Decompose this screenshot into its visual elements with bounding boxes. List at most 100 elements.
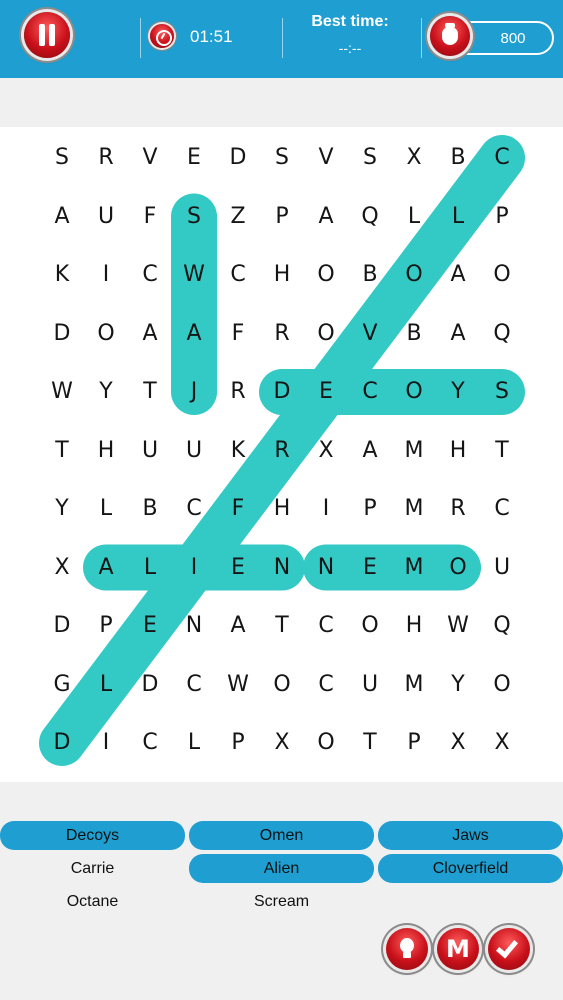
grid-cell[interactable]: A [172,314,216,354]
check-button[interactable] [488,928,530,970]
grid-cell[interactable]: C [216,255,260,295]
grid-cell[interactable]: H [84,431,128,471]
grid-cell[interactable]: V [304,138,348,178]
grid-cell[interactable]: L [84,489,128,529]
grid-cell[interactable]: O [84,314,128,354]
grid-cell[interactable]: M [392,489,436,529]
grid-cell[interactable]: N [260,548,304,588]
grid-cell[interactable]: Y [436,372,480,412]
grid-cell[interactable]: U [84,197,128,237]
grid-cell[interactable]: L [172,723,216,763]
grid-cell[interactable]: R [260,314,304,354]
grid-cell[interactable]: D [40,314,84,354]
grid-cell[interactable]: Q [480,314,524,354]
grid-cell[interactable]: P [348,489,392,529]
grid-cell[interactable]: A [348,431,392,471]
grid-cell[interactable]: S [172,197,216,237]
grid-cell[interactable]: O [348,606,392,646]
grid-cell[interactable]: D [216,138,260,178]
grid-cell[interactable]: X [392,138,436,178]
m-button[interactable]: M [437,928,479,970]
grid-cell[interactable]: Y [40,489,84,529]
grid-cell[interactable]: P [392,723,436,763]
grid-cell[interactable]: O [304,255,348,295]
grid-cell[interactable]: Q [348,197,392,237]
coin-bag-icon[interactable] [430,16,470,56]
grid-cell[interactable]: K [216,431,260,471]
grid-cell[interactable]: C [348,372,392,412]
grid-cell[interactable]: T [40,431,84,471]
grid-cell[interactable]: I [172,548,216,588]
grid-cell[interactable]: T [260,606,304,646]
grid-cell[interactable]: Z [216,197,260,237]
grid-cell[interactable]: R [216,372,260,412]
grid-cell[interactable]: E [216,548,260,588]
grid-cell[interactable]: P [260,197,304,237]
grid-cell[interactable]: D [260,372,304,412]
grid-cell[interactable]: O [480,665,524,705]
grid-cell[interactable]: L [128,548,172,588]
grid-cell[interactable]: F [216,314,260,354]
grid-cell[interactable]: E [304,372,348,412]
grid-cell[interactable]: T [128,372,172,412]
grid-cell[interactable]: I [304,489,348,529]
grid-cell[interactable]: A [216,606,260,646]
grid-cell[interactable]: M [392,548,436,588]
grid-cell[interactable]: R [260,431,304,471]
grid-cell[interactable]: V [348,314,392,354]
grid-cell[interactable]: O [392,255,436,295]
grid-cell[interactable]: Y [84,372,128,412]
grid-cell[interactable]: H [260,255,304,295]
grid-cell[interactable]: A [436,255,480,295]
grid-cell[interactable]: X [304,431,348,471]
grid-cell[interactable]: C [304,665,348,705]
grid-cell[interactable]: W [40,372,84,412]
grid-cell[interactable]: T [348,723,392,763]
grid-cell[interactable]: E [172,138,216,178]
grid-cell[interactable]: U [128,431,172,471]
grid-cell[interactable]: S [480,372,524,412]
hint-button[interactable] [386,928,428,970]
grid-cell[interactable]: O [260,665,304,705]
grid-cell[interactable]: B [128,489,172,529]
grid-cell[interactable]: B [392,314,436,354]
grid-cell[interactable]: T [480,431,524,471]
grid-cell[interactable]: E [348,548,392,588]
grid-cell[interactable]: C [128,723,172,763]
grid-cell[interactable]: S [348,138,392,178]
grid-cell[interactable]: U [480,548,524,588]
grid-cell[interactable]: P [480,197,524,237]
grid-cell[interactable]: A [84,548,128,588]
grid-cell[interactable]: O [480,255,524,295]
grid-cell[interactable]: S [260,138,304,178]
grid-cell[interactable]: E [128,606,172,646]
grid-cell[interactable]: M [392,431,436,471]
grid-cell[interactable]: H [436,431,480,471]
grid-cell[interactable]: D [40,723,84,763]
grid-cell[interactable]: N [172,606,216,646]
grid-cell[interactable]: X [480,723,524,763]
grid-cell[interactable]: L [84,665,128,705]
grid-cell[interactable]: P [84,606,128,646]
grid-cell[interactable]: D [128,665,172,705]
grid-cell[interactable]: O [436,548,480,588]
grid-cell[interactable]: X [260,723,304,763]
grid-cell[interactable]: M [392,665,436,705]
grid-cell[interactable]: R [436,489,480,529]
grid-cell[interactable]: U [348,665,392,705]
grid-cell[interactable]: C [480,489,524,529]
grid-cell[interactable]: O [304,723,348,763]
grid-cell[interactable]: J [172,372,216,412]
pause-button[interactable] [24,12,70,58]
grid-cell[interactable]: S [40,138,84,178]
grid-cell[interactable]: Y [436,665,480,705]
grid-cell[interactable]: H [260,489,304,529]
grid-cell[interactable]: C [172,665,216,705]
grid-cell[interactable]: B [436,138,480,178]
grid-cell[interactable]: C [304,606,348,646]
grid-cell[interactable]: Q [480,606,524,646]
grid-cell[interactable]: O [304,314,348,354]
grid-cell[interactable]: N [304,548,348,588]
grid-cell[interactable]: U [172,431,216,471]
grid-cell[interactable]: G [40,665,84,705]
